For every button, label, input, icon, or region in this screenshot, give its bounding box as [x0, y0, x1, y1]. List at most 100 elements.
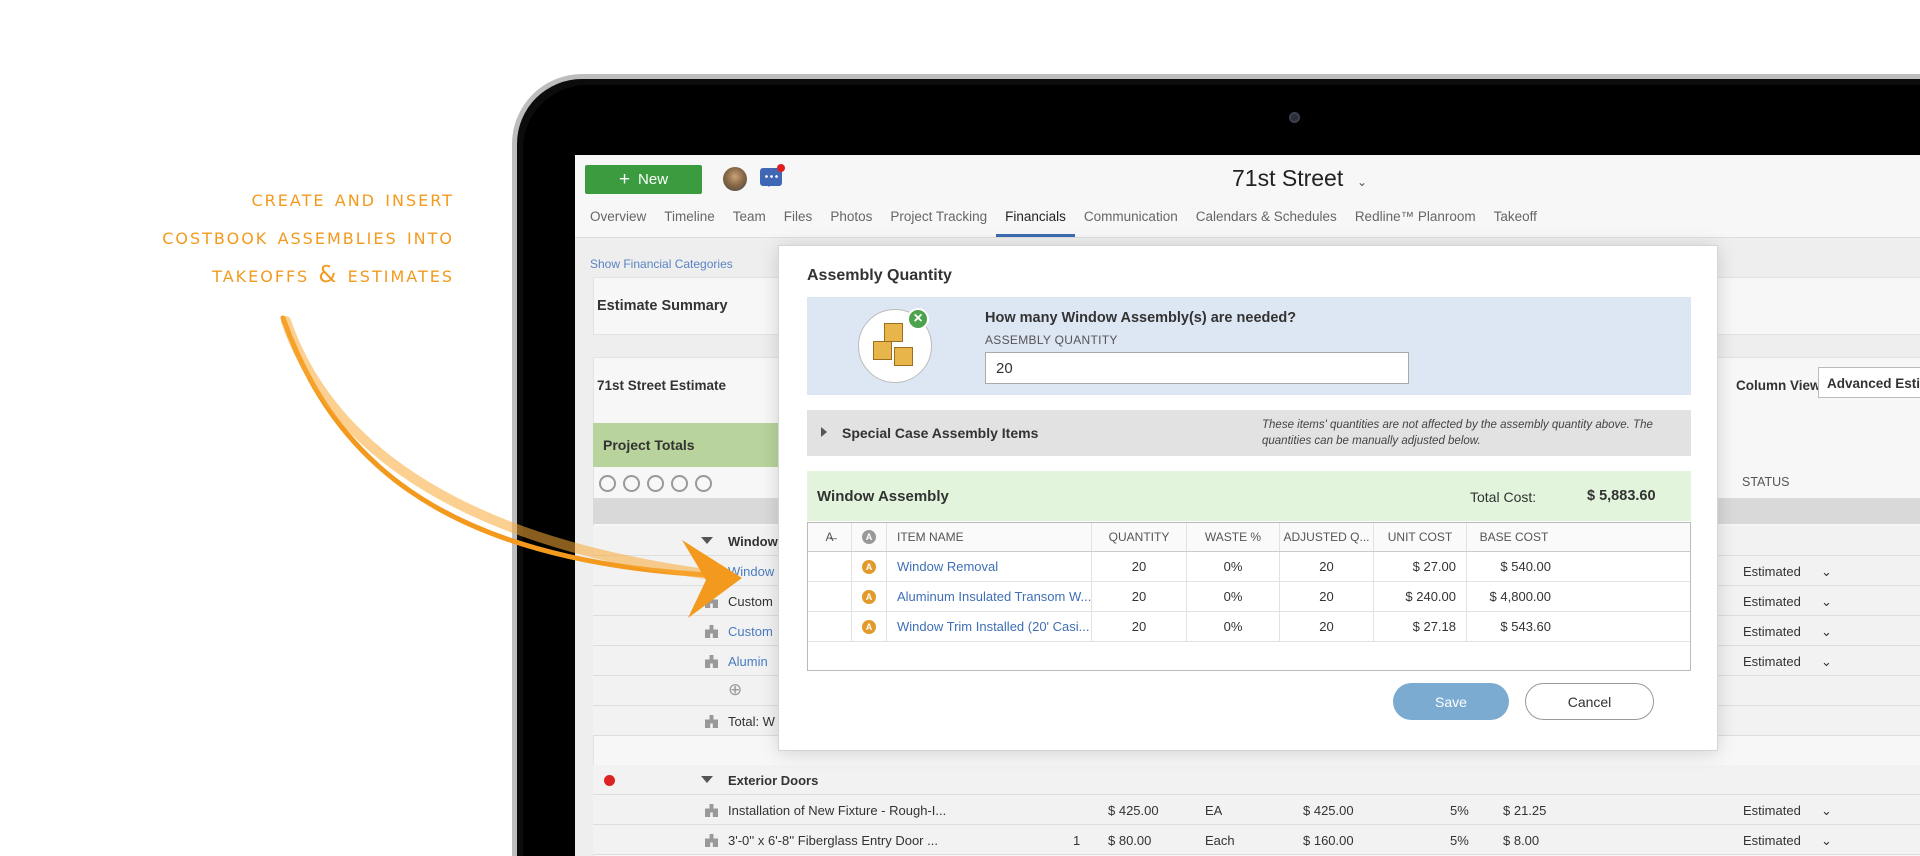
- text-cell: [808, 612, 852, 641]
- promo-line-2: costbook assemblies into: [162, 224, 454, 250]
- table-row[interactable]: Installation of New Fixture - Rough-I...…: [593, 795, 1920, 825]
- status-column-header: STATUS: [1742, 475, 1790, 489]
- row-name: Total: W: [728, 714, 775, 729]
- tab-takeoff[interactable]: Takeoff: [1485, 197, 1546, 237]
- gear-icon[interactable]: [695, 474, 712, 492]
- tab-redline-planroom[interactable]: Redline™ Planroom: [1346, 197, 1485, 237]
- status-dot: [604, 775, 615, 786]
- notification-dot: [777, 164, 785, 172]
- assembly-summary: Window Assembly Total Cost: $ 5,883.60: [807, 471, 1691, 521]
- row-name[interactable]: Window: [728, 564, 774, 579]
- cancel-button[interactable]: Cancel: [1525, 683, 1654, 720]
- chevron-down-icon[interactable]: ⌄: [1821, 803, 1832, 819]
- special-case-section[interactable]: Special Case Assembly Items These items'…: [807, 410, 1691, 456]
- chevron-down-icon[interactable]: ⌄: [1821, 564, 1832, 580]
- assembly-quantity-input[interactable]: [985, 352, 1409, 384]
- status-select[interactable]: Estimated: [1743, 654, 1801, 669]
- assembly-name: Window Assembly: [817, 488, 949, 505]
- col-unit-cost[interactable]: UNIT COST: [1374, 523, 1467, 551]
- assembly-question: How many Window Assembly(s) are needed?: [985, 310, 1297, 326]
- col-adjusted-quantity[interactable]: ADJUSTED Q...: [1280, 523, 1374, 551]
- assembly-icon[interactable]: [647, 474, 664, 492]
- text-cell: [808, 552, 852, 581]
- col-quantity[interactable]: QUANTITY: [1092, 523, 1187, 551]
- cell-base-cost: $ 543.60: [1500, 619, 1551, 634]
- status-select[interactable]: Estimated: [1743, 564, 1801, 579]
- filter-icon[interactable]: [599, 474, 616, 492]
- special-case-label: Special Case Assembly Items: [842, 425, 1039, 441]
- tab-project-tracking[interactable]: Project Tracking: [881, 197, 996, 237]
- estimate-summary-title: Estimate Summary: [597, 298, 728, 314]
- chevron-down-icon[interactable]: ⌄: [1821, 624, 1832, 640]
- assembly-quantity-section: × How many Window Assembly(s) are needed…: [807, 297, 1691, 395]
- table-row[interactable]: A Window Removal 20 0% 20 $ 27.00 $ 540.00: [808, 552, 1690, 582]
- table-row[interactable]: Exterior Doors: [593, 765, 1920, 795]
- cell-cost: $ 425.00: [1108, 803, 1159, 818]
- top-bar: + New 71st Street ⌄: [575, 155, 1920, 197]
- add-row-icon[interactable]: ⊕: [728, 680, 742, 700]
- text-cell: [808, 582, 852, 611]
- table-row[interactable]: 3'-0'' x 6'-8'' Fiberglass Entry Door ..…: [593, 825, 1920, 855]
- col-waste[interactable]: WASTE %: [1187, 523, 1280, 551]
- project-title[interactable]: 71st Street: [1232, 165, 1343, 192]
- row-name: 3'-0'' x 6'-8'' Fiberglass Entry Door ..…: [728, 833, 938, 848]
- chevron-down-icon[interactable]: ⌄: [1821, 654, 1832, 670]
- expand-triangle-icon[interactable]: [821, 427, 832, 437]
- row-name[interactable]: Custom: [728, 624, 773, 639]
- cell-cost: $ 80.00: [1108, 833, 1152, 848]
- chevron-down-icon[interactable]: ⌄: [1357, 175, 1367, 189]
- assembly-cell: A: [852, 582, 887, 611]
- modal-title: Assembly Quantity: [807, 267, 952, 284]
- column-view-label: Column View:: [1736, 378, 1826, 393]
- hierarchy-icon: [705, 625, 718, 638]
- row-name[interactable]: Alumin: [728, 654, 768, 669]
- cell-adjusted-quantity: 20: [1280, 612, 1374, 641]
- show-financial-categories-link[interactable]: Show Financial Categories: [590, 257, 733, 271]
- chevron-down-icon[interactable]: ⌄: [1821, 833, 1832, 849]
- collapse-icon[interactable]: [701, 776, 713, 789]
- row-name: Window: [728, 534, 778, 549]
- column-view-select[interactable]: Advanced Estimate: [1818, 367, 1920, 398]
- status-select[interactable]: Estimated: [1743, 833, 1801, 848]
- hierarchy-icon: [705, 834, 718, 847]
- tab-overview[interactable]: Overview: [581, 197, 655, 237]
- cell-quantity: 20: [1092, 612, 1187, 641]
- tab-files[interactable]: Files: [775, 197, 822, 237]
- status-select[interactable]: Estimated: [1743, 594, 1801, 609]
- col-item-name[interactable]: ITEM NAME: [887, 523, 1092, 551]
- tab-timeline[interactable]: Timeline: [655, 197, 724, 237]
- cell-total: $ 160.00: [1303, 833, 1354, 848]
- cell-unit-cost: $ 27.18: [1374, 612, 1467, 641]
- table-row[interactable]: A Window Trim Installed (20' Casi... 20 0% 2…: [808, 612, 1690, 642]
- cell-item-name[interactable]: Aluminum Insulated Transom W...: [887, 582, 1092, 611]
- tab-photos[interactable]: Photos: [821, 197, 881, 237]
- cell-item-name[interactable]: Window Removal: [887, 552, 1092, 581]
- avatar[interactable]: [723, 167, 747, 191]
- table-row[interactable]: A Aluminum Insulated Transom W... 20 0% 20 $ …: [808, 582, 1690, 612]
- nav-tabs: Overview Timeline Team Files Photos Project T…: [575, 197, 1920, 238]
- new-button-label: New: [638, 171, 669, 188]
- text-tool-icon[interactable]: [623, 474, 640, 492]
- status-select[interactable]: Estimated: [1743, 803, 1801, 818]
- edit-icon[interactable]: [671, 474, 688, 492]
- close-badge-icon: ×: [907, 308, 929, 330]
- table-header: A̶ A ITEM NAME QUANTITY WASTE % ADJUSTED…: [808, 523, 1690, 552]
- promo-headline: Create and insert costbook assemblies in…: [40, 180, 454, 294]
- save-button[interactable]: Save: [1393, 683, 1509, 720]
- plus-icon: +: [618, 169, 631, 190]
- assembly-quantity-label: ASSEMBLY QUANTITY: [985, 333, 1118, 347]
- tab-financials[interactable]: Financials: [996, 197, 1075, 237]
- project-totals[interactable]: Project Totals: [593, 423, 788, 467]
- collapse-icon[interactable]: [701, 537, 713, 550]
- tab-communication[interactable]: Communication: [1075, 197, 1187, 237]
- status-select[interactable]: Estimated: [1743, 624, 1801, 639]
- tab-team[interactable]: Team: [724, 197, 775, 237]
- cell-waste: 0%: [1187, 612, 1280, 641]
- chevron-down-icon[interactable]: ⌄: [1821, 594, 1832, 610]
- tab-calendars-schedules[interactable]: Calendars & Schedules: [1187, 197, 1346, 237]
- cell-item-name[interactable]: Window Trim Installed (20' Casi...: [887, 612, 1092, 641]
- cell-pct: 5%: [1450, 833, 1469, 848]
- new-button[interactable]: + New: [585, 165, 702, 194]
- col-base-cost[interactable]: BASE COST: [1467, 523, 1561, 551]
- hierarchy-icon: [705, 595, 718, 608]
